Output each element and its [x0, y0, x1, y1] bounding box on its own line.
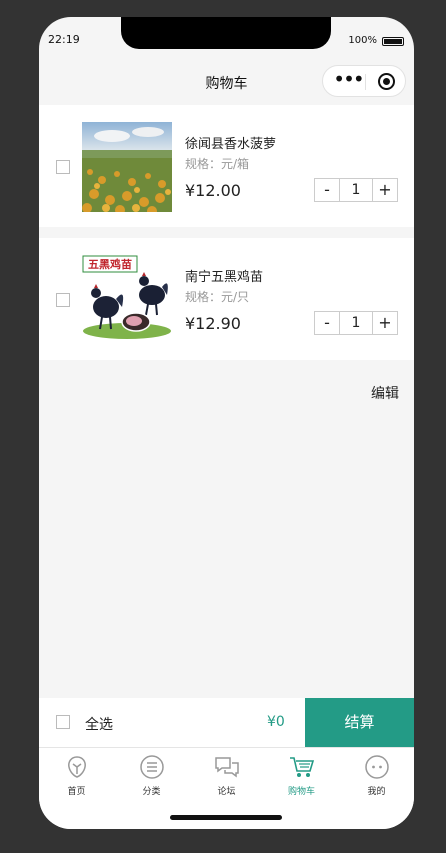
product-image-pineapple[interactable] — [82, 122, 172, 212]
notch — [121, 17, 331, 49]
quantity-stepper: - 1 + — [314, 178, 398, 202]
home-indicator — [170, 815, 282, 820]
product-image-chicken[interactable]: 五黑鸡苗 — [82, 255, 172, 345]
forum-icon — [215, 757, 239, 778]
product-spec: 规格：元/只 — [185, 290, 250, 304]
tab-label: 分类 — [142, 787, 161, 797]
tab-home[interactable]: 首页 — [39, 748, 114, 804]
increase-button[interactable]: + — [373, 312, 397, 334]
quantity-value[interactable]: 1 — [339, 312, 373, 334]
tab-label: 论坛 — [217, 787, 236, 797]
capsule-divider — [365, 74, 366, 90]
product-spec: 规格：元/箱 — [185, 157, 250, 171]
cart-icon — [290, 757, 315, 777]
decrease-button[interactable]: - — [315, 312, 339, 334]
item-checkbox[interactable] — [56, 160, 70, 174]
black-chicken-photo: 五黑鸡苗 — [82, 255, 172, 345]
profile-icon — [365, 755, 389, 779]
select-all-checkbox[interactable] — [56, 715, 70, 729]
product-price: ¥12.00 — [185, 181, 241, 200]
tab-label: 首页 — [67, 787, 86, 797]
product-price: ¥12.90 — [185, 314, 241, 333]
select-all-label[interactable]: 全选 — [85, 714, 113, 734]
battery-percent: 100% — [348, 35, 377, 46]
category-icon — [140, 755, 164, 779]
checkout-bar: 全选 ¥0 结算 — [39, 698, 414, 747]
cart-item: 徐闻县香水菠萝 规格：元/箱 ¥12.00 - 1 + — [39, 105, 414, 227]
increase-button[interactable]: + — [373, 179, 397, 201]
battery-icon — [382, 37, 404, 46]
tab-forum[interactable]: 论坛 — [189, 748, 264, 804]
tab-cart[interactable]: 购物车 — [264, 748, 339, 804]
edit-button[interactable]: 编辑 — [371, 383, 399, 403]
quantity-value[interactable]: 1 — [339, 179, 373, 201]
home-icon — [68, 756, 86, 778]
tab-label: 购物车 — [287, 787, 315, 797]
item-checkbox[interactable] — [56, 293, 70, 307]
pineapple-field-photo — [82, 122, 172, 212]
total-price: ¥0 — [267, 714, 285, 730]
more-icon[interactable]: ••• — [333, 69, 364, 92]
quantity-stepper: - 1 + — [314, 311, 398, 335]
mini-program-capsule: ••• — [322, 65, 406, 97]
tab-profile[interactable]: 我的 — [339, 748, 414, 804]
tab-label: 我的 — [367, 787, 386, 797]
product-name[interactable]: 南宁五黑鸡苗 — [185, 266, 263, 285]
checkout-button[interactable]: 结算 — [305, 698, 414, 747]
image-caption: 五黑鸡苗 — [88, 257, 132, 271]
tab-category[interactable]: 分类 — [114, 748, 189, 804]
decrease-button[interactable]: - — [315, 179, 339, 201]
cart-item: 五黑鸡苗 南宁五黑鸡苗 规格：元/只 ¥12.90 - 1 + — [39, 238, 414, 360]
product-name[interactable]: 徐闻县香水菠萝 — [185, 133, 276, 152]
close-mini-program-icon[interactable] — [378, 73, 395, 90]
status-time: 22:19 — [48, 33, 80, 46]
phone-screen: 22:19 100% 购物车 ••• 徐闻县香水菠萝 规格：元/箱 ¥12.00… — [39, 17, 414, 829]
